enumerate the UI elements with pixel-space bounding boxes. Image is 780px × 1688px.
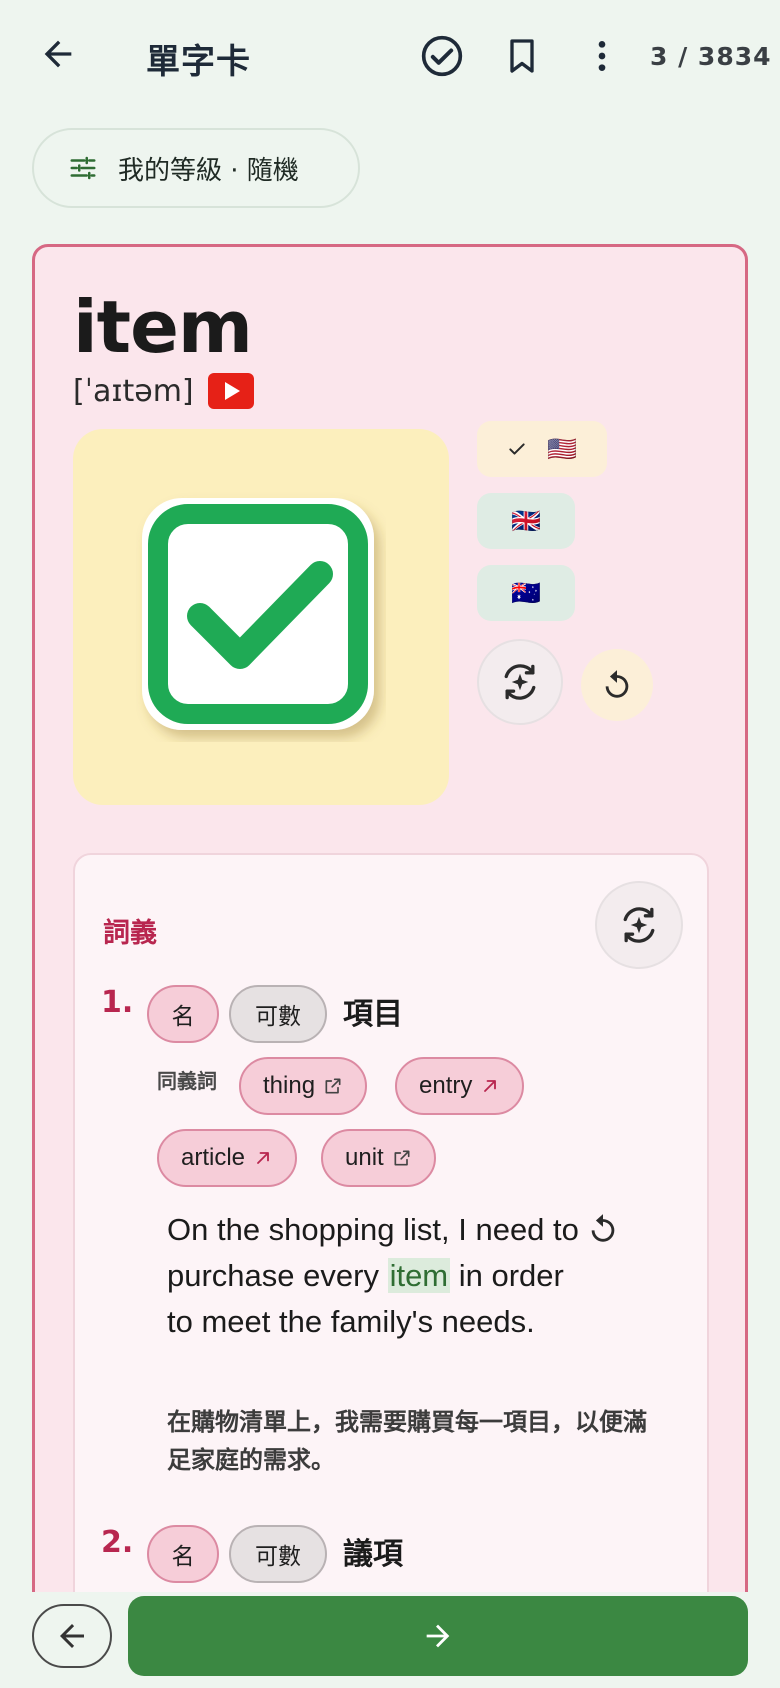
sense-number: 1. — [101, 985, 134, 1020]
us-flag-icon: 🇺🇸 — [547, 435, 577, 463]
replay-icon — [605, 670, 629, 698]
arrow-right-icon — [426, 1624, 450, 1648]
synonym-label: entry — [419, 1072, 473, 1099]
countable-tag: 可數 — [229, 1525, 327, 1583]
word-card: item [ˈaɪtəm] 🇺🇸 🇬🇧 🇦🇺 詞義 1. 名 可數 項目 同義詞… — [32, 244, 748, 1688]
highlighted-word: item — [387, 1258, 451, 1293]
top-app-bar: 單字卡 3 / 3834 — [0, 0, 780, 112]
definitions-panel: 詞義 1. 名 可數 項目 同義詞 thing entry article un… — [73, 853, 709, 1688]
example-translation: 在購物清單上，我需要購買每一項目，以便滿足家庭的需求。 — [167, 1408, 647, 1474]
youtube-icon[interactable] — [207, 373, 254, 409]
phonetic-text: [ˈaɪtəm] — [73, 373, 194, 409]
uk-flag-icon: 🇬🇧 — [511, 507, 541, 535]
meaning-text: 項目 — [343, 997, 403, 1032]
bookmark-icon — [510, 39, 534, 73]
synonym-label: thing — [263, 1072, 316, 1099]
mark-known-button[interactable] — [414, 28, 470, 84]
accent-us-button[interactable]: 🇺🇸 — [477, 421, 607, 477]
word-text: item — [73, 285, 253, 369]
check-icon — [509, 443, 525, 455]
ai-definitions-button[interactable] — [595, 881, 683, 969]
pos-tag: 名 — [147, 985, 219, 1043]
back-button[interactable] — [30, 26, 86, 82]
arrow-up-right-icon — [257, 1152, 269, 1164]
replay-icon — [591, 1214, 615, 1242]
bookmark-button[interactable] — [494, 28, 550, 84]
synonym-label: article — [181, 1144, 246, 1171]
definitions-title: 詞義 — [103, 918, 157, 949]
checkbox-check-icon — [142, 498, 374, 730]
synonym-label: unit — [345, 1144, 384, 1171]
previous-card-button[interactable] — [32, 1604, 112, 1668]
replay-audio-button[interactable] — [581, 649, 653, 721]
synonyms-label: 同義詞 — [157, 1069, 217, 1093]
back-arrow-icon — [44, 40, 72, 68]
phonetic-row: [ˈaɪtəm] — [73, 373, 254, 409]
synonym-chip-entry[interactable]: entry — [395, 1057, 525, 1115]
tune-icon — [70, 156, 96, 180]
au-flag-icon: 🇦🇺 — [511, 579, 541, 607]
filter-chip[interactable]: 我的等級 · 隨機 — [32, 128, 360, 208]
more-options-button[interactable] — [574, 28, 630, 84]
arrow-left-icon — [60, 1624, 84, 1648]
synonym-chip-article[interactable]: article — [157, 1129, 298, 1187]
sense-number: 2. — [101, 1525, 134, 1560]
page-title: 單字卡 — [146, 42, 251, 82]
next-card-button[interactable] — [128, 1596, 748, 1676]
filter-label: 我的等級 · 隨機 — [118, 155, 299, 186]
accent-au-button[interactable]: 🇦🇺 — [477, 565, 575, 621]
ai-generate-button[interactable] — [477, 639, 563, 725]
synonym-chip-thing[interactable]: thing — [239, 1057, 368, 1115]
open-external-icon — [325, 1078, 341, 1094]
ai-sparkle-icon — [623, 907, 655, 943]
check-circle-icon — [421, 35, 463, 77]
accent-uk-button[interactable]: 🇬🇧 — [477, 493, 575, 549]
replay-example-button[interactable] — [581, 1207, 625, 1251]
meaning-text: 議項 — [343, 1537, 403, 1572]
arrow-up-right-icon — [484, 1080, 497, 1092]
card-counter: 3 / 3834 — [650, 42, 772, 71]
synonym-chip-unit[interactable]: unit — [321, 1129, 436, 1187]
bottom-nav-bar — [0, 1592, 780, 1688]
pos-tag: 名 — [147, 1525, 219, 1583]
word-illustration — [73, 429, 449, 805]
countable-tag: 可數 — [229, 985, 327, 1043]
more-vert-icon — [598, 41, 606, 71]
example-sentence: On the shopping list, I need to purchase… — [167, 1207, 597, 1345]
open-external-icon — [394, 1150, 410, 1166]
ai-sparkle-icon — [504, 664, 536, 700]
